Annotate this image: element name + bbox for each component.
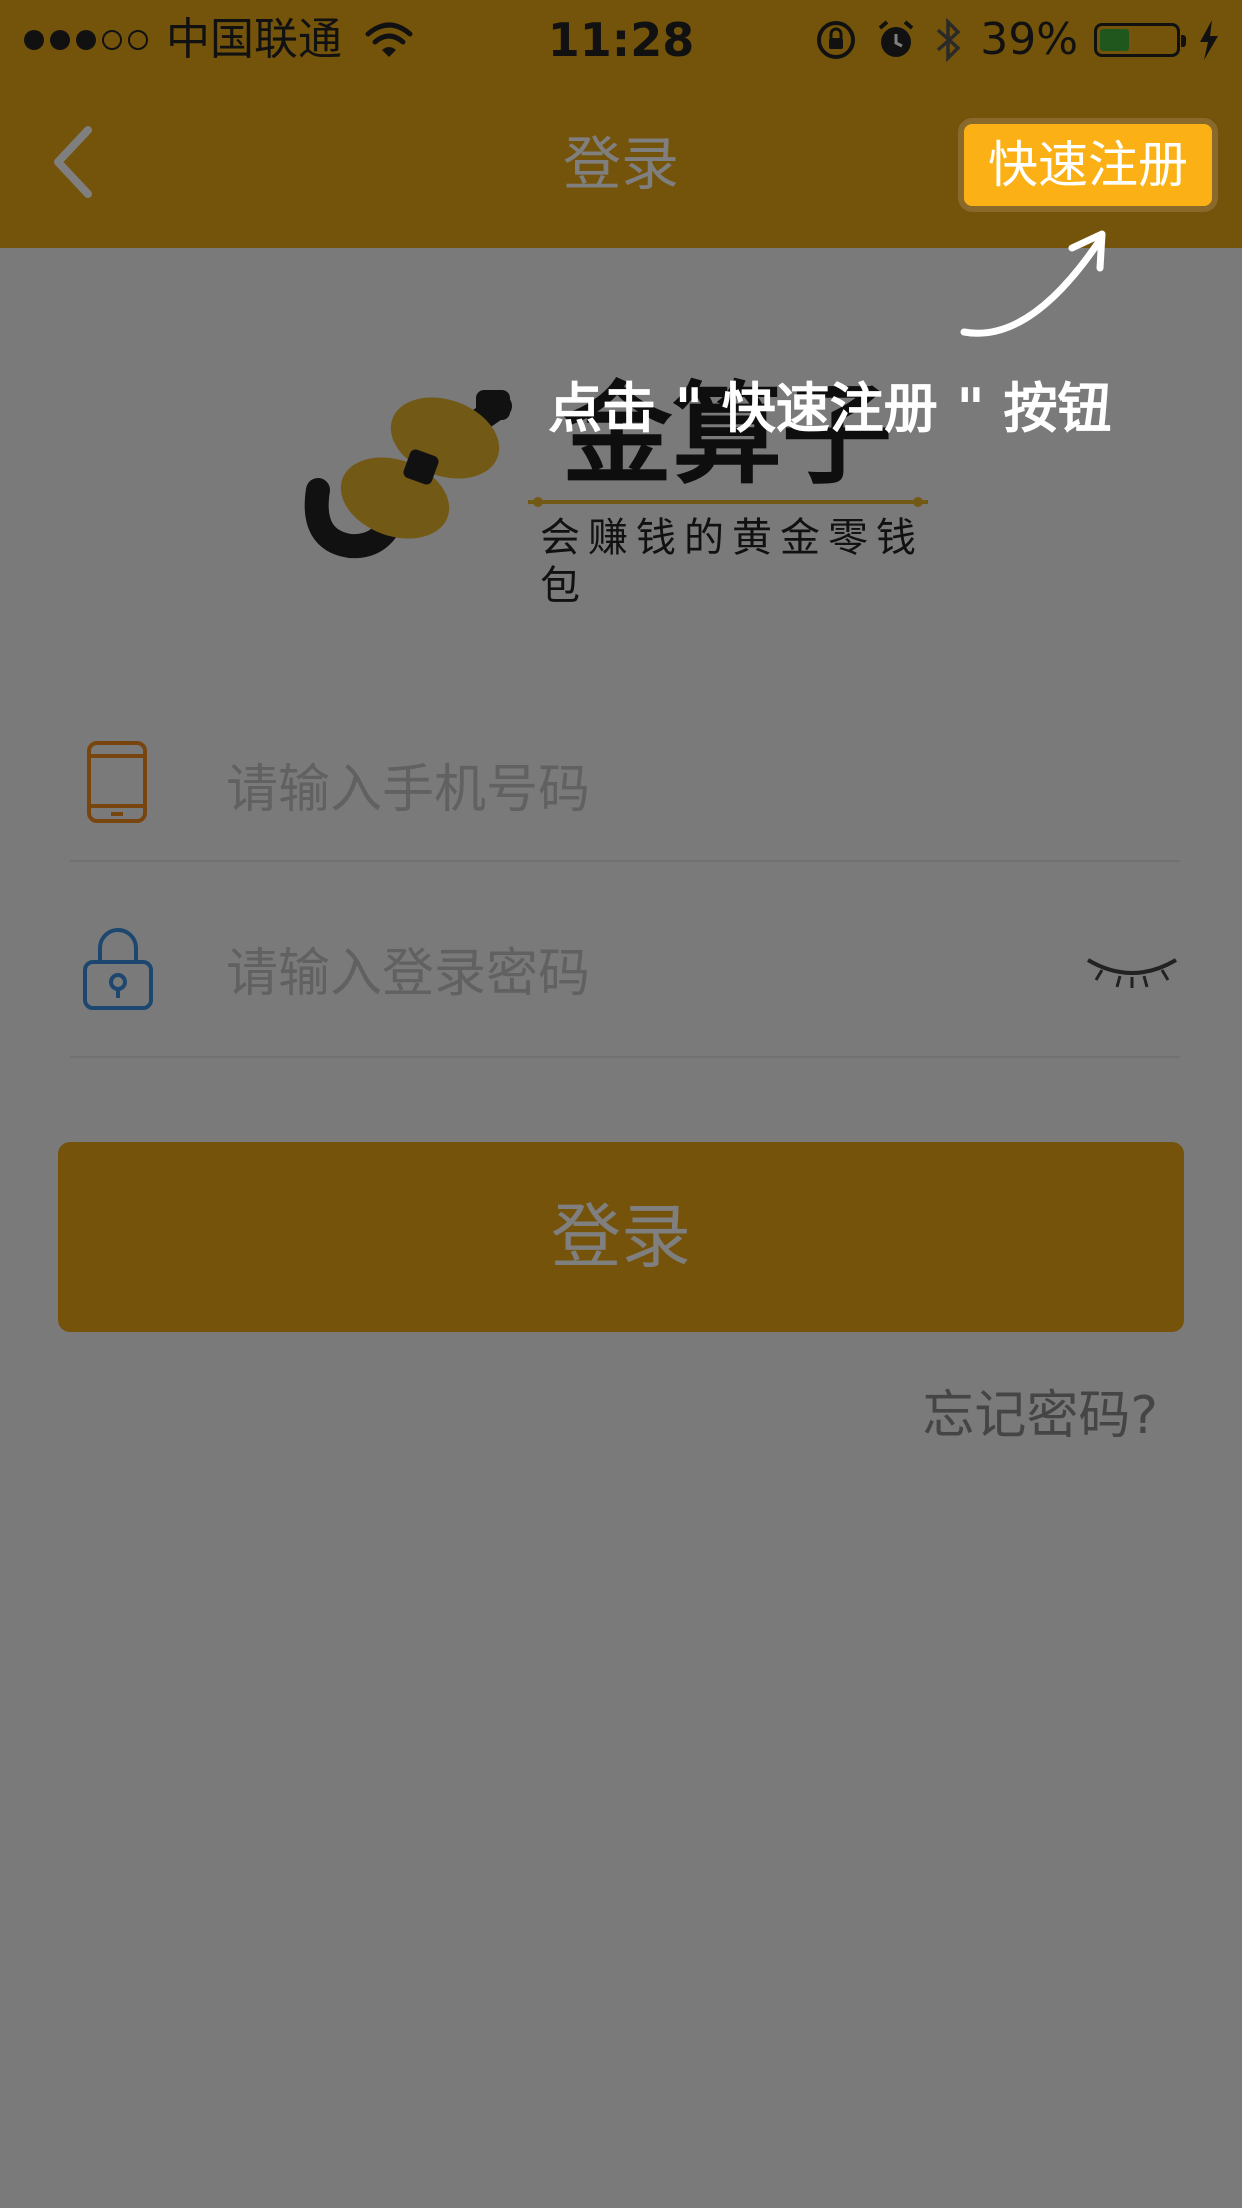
guide-arrow-icon xyxy=(960,230,1106,337)
guide-hint-text: 点击 " 快速注册 " 按钮 xyxy=(548,376,1112,440)
highlighted-register-button[interactable]: 快速注册 xyxy=(958,118,1218,212)
